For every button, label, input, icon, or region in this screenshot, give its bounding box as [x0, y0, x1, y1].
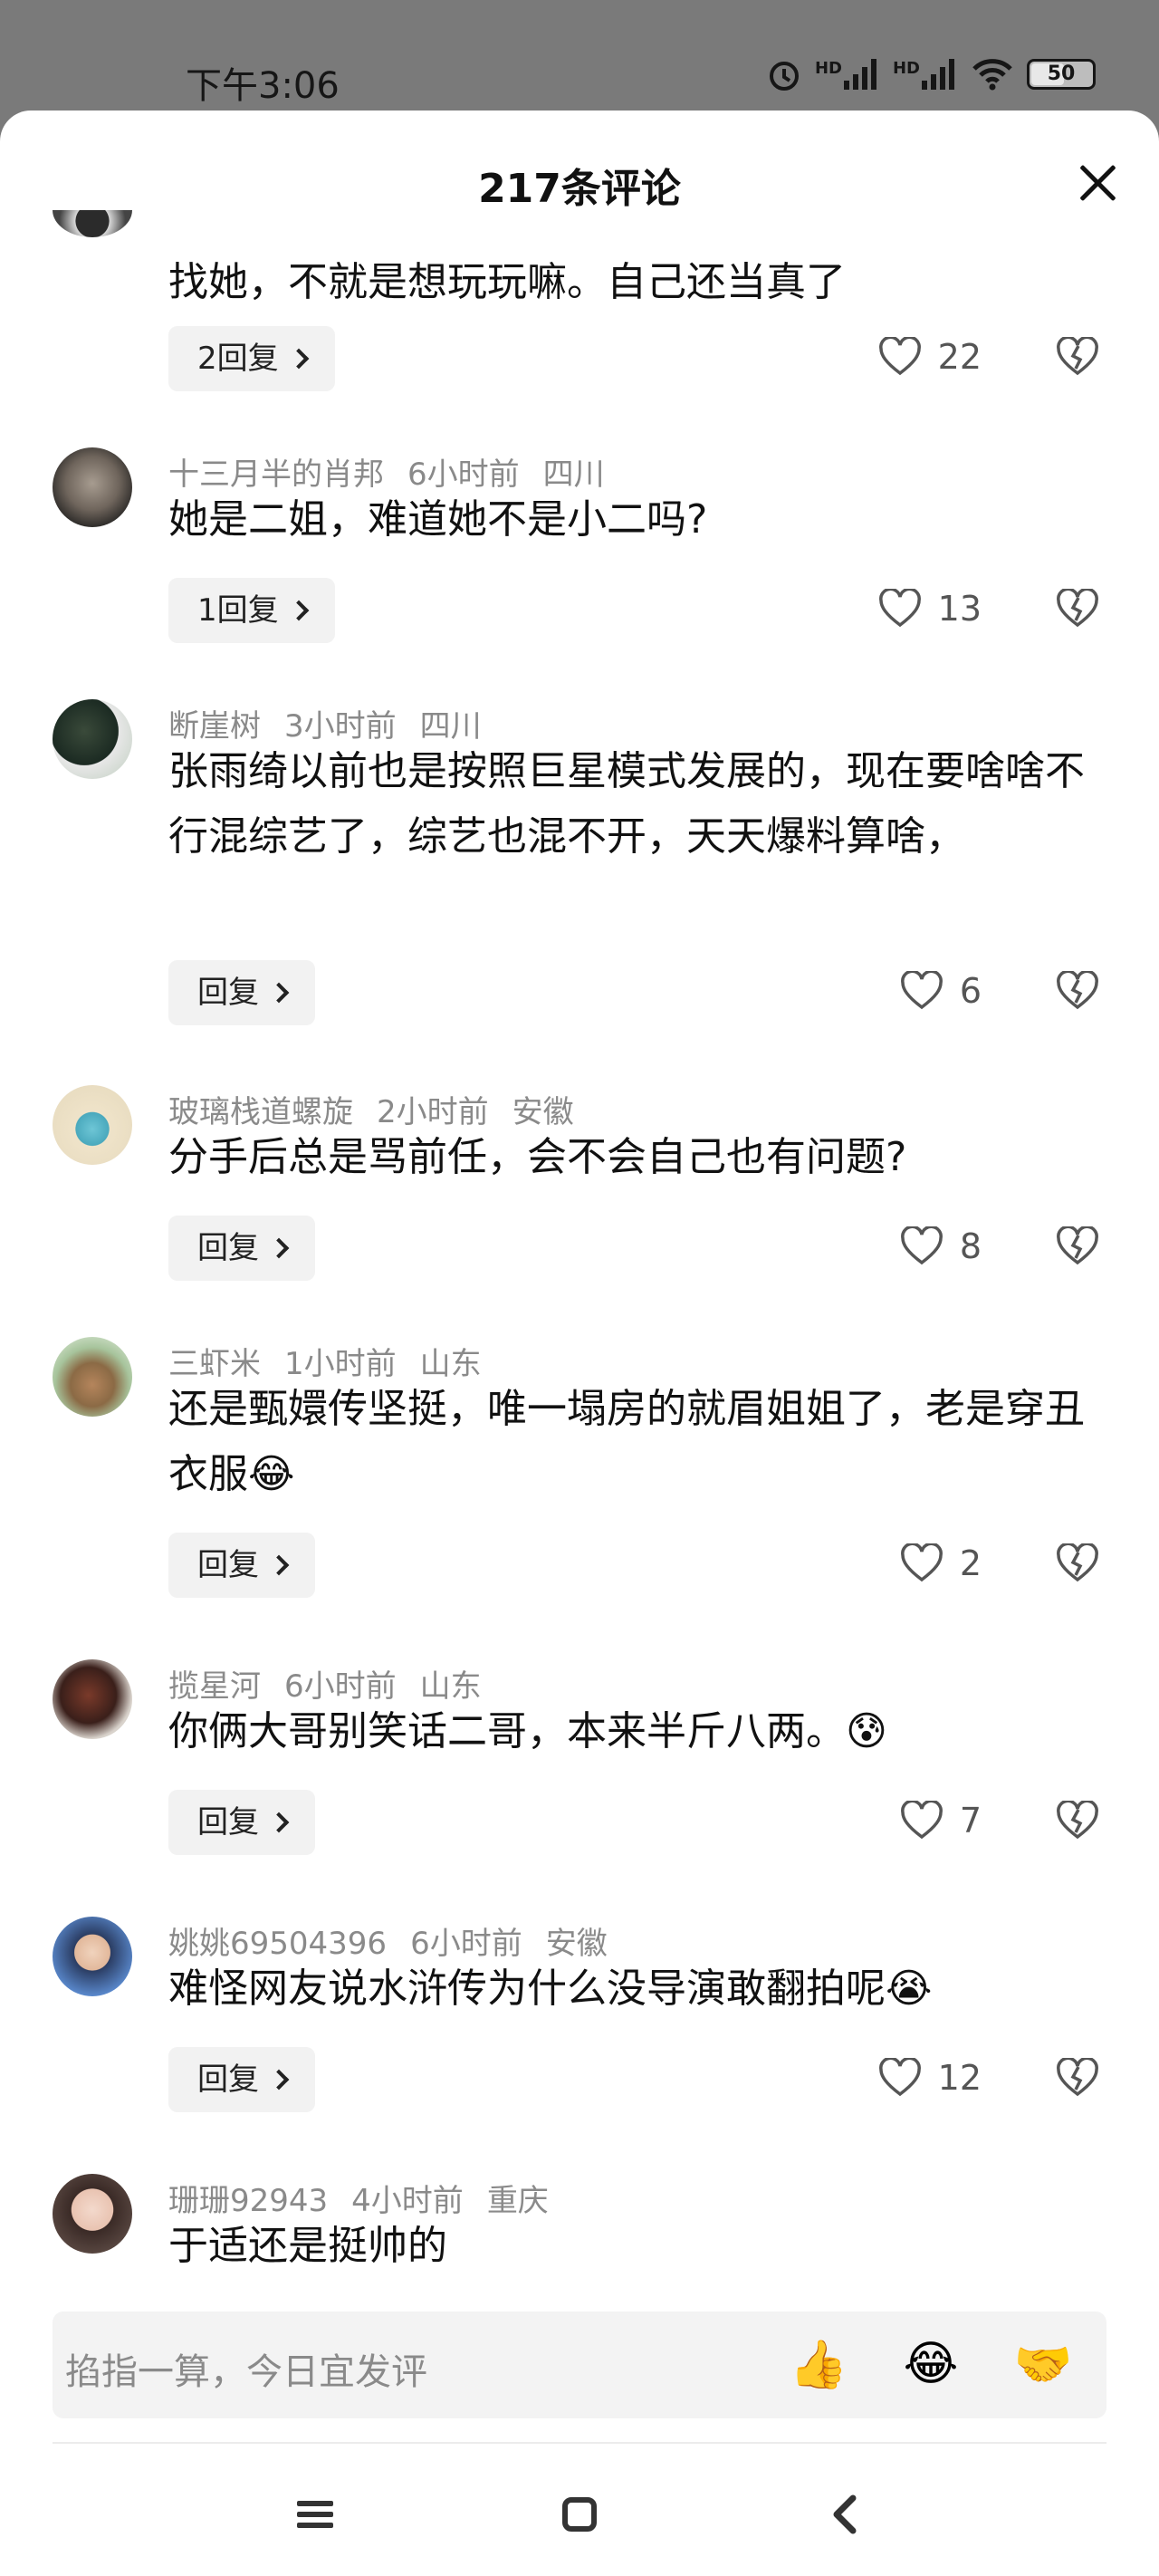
chevron-right-icon	[268, 1237, 290, 1259]
menu-icon[interactable]	[288, 2487, 342, 2542]
like-count: 8	[959, 1226, 982, 1266]
signal-icon-2: HD	[893, 59, 958, 90]
comment-input[interactable]: 掐指一算，今日宜发评 👍 😂 🤝	[53, 2312, 1106, 2418]
comment-text: 找她，不就是想玩玩嘛。自己还当真了	[168, 259, 846, 305]
alarm-icon	[769, 62, 799, 91]
like-count: 13	[937, 589, 982, 629]
comment-sheet: 217条评论 找她，不就是想玩玩嘛。自己还当真了 2回复 22 十三月半的肖邦 6…	[0, 111, 1159, 2576]
avatar[interactable]	[53, 2174, 132, 2254]
comment-text: 还是甄嬛传坚挺，唯一塌房的就眉姐姐了，老是穿丑衣服😂	[168, 1386, 1085, 1497]
dislike-icon[interactable]	[1056, 2058, 1099, 2098]
dislike-icon[interactable]	[1056, 1543, 1099, 1583]
heart-icon	[900, 1801, 943, 1840]
laugh-cry-emoji-button[interactable]: 😂	[896, 2330, 965, 2398]
like-count: 12	[937, 2058, 982, 2098]
comment-text: 分手后总是骂前任，会不会自己也有问题?	[168, 1134, 907, 1180]
status-time: 下午3:06	[186, 65, 340, 107]
chevron-right-icon	[268, 1812, 290, 1833]
like-count: 2	[959, 1543, 982, 1583]
like-count: 6	[959, 971, 982, 1011]
battery-icon: 50	[1027, 59, 1096, 90]
thumbs-up-emoji-button[interactable]: 👍	[784, 2330, 853, 2398]
status-icons: HD HD 50	[766, 56, 1096, 92]
status-bar: 下午3:06 HD HD 50	[0, 0, 1159, 109]
reply-button[interactable]: 回复	[168, 1216, 315, 1281]
signal-icon-1: HD	[815, 59, 880, 90]
avatar[interactable]	[53, 699, 132, 779]
reply-button[interactable]: 回复	[168, 960, 315, 1025]
comment-input-placeholder: 掐指一算，今日宜发评	[65, 2351, 427, 2393]
reply-button[interactable]: 回复	[168, 1790, 315, 1855]
reply-button[interactable]: 回复	[168, 2047, 315, 2112]
heart-icon	[900, 1543, 943, 1582]
avatar[interactable]	[53, 1337, 132, 1417]
heart-icon	[900, 971, 943, 1010]
comment-text: 张雨绮以前也是按照巨星模式发展的，现在要啥啥不行混综艺了，综艺也混不开，天天爆料…	[168, 748, 1085, 860]
handshake-emoji-button[interactable]: 🤝	[1009, 2330, 1078, 2398]
dislike-icon[interactable]	[1056, 1226, 1099, 1266]
close-icon[interactable]	[1072, 158, 1123, 208]
heart-icon	[878, 2058, 921, 2097]
chevron-right-icon	[288, 600, 309, 621]
system-nav-bar	[0, 2438, 1159, 2576]
like-button[interactable]: 13	[878, 589, 982, 629]
reply-button[interactable]: 回复	[168, 1533, 315, 1598]
like-button[interactable]: 7	[900, 1801, 982, 1841]
avatar[interactable]	[53, 447, 132, 527]
avatar[interactable]	[53, 1659, 132, 1739]
back-icon[interactable]	[819, 2487, 873, 2542]
like-button[interactable]: 8	[900, 1226, 982, 1266]
dislike-icon[interactable]	[1056, 337, 1099, 377]
heart-icon	[900, 1226, 943, 1265]
comment-count-title: 217条评论	[478, 166, 681, 212]
dislike-icon[interactable]	[1056, 589, 1099, 629]
like-button[interactable]: 12	[878, 2058, 982, 2098]
reply-button[interactable]: 2回复	[168, 326, 335, 391]
reply-button[interactable]: 1回复	[168, 578, 335, 643]
wifi-icon	[972, 59, 1012, 91]
comment-text: 她是二姐，难道她不是小二吗?	[168, 496, 708, 543]
sheet-header: 217条评论	[0, 111, 1159, 246]
dislike-icon[interactable]	[1056, 1801, 1099, 1841]
like-button[interactable]: 6	[900, 971, 982, 1011]
comment-text: 于适还是挺帅的	[168, 2223, 447, 2269]
heart-icon	[878, 337, 921, 376]
chevron-right-icon	[268, 2069, 290, 2091]
heart-icon	[878, 589, 921, 628]
comment-text: 难怪网友说水浒传为什么没导演敢翻拍呢😭	[168, 1966, 933, 2012]
home-icon[interactable]	[552, 2487, 607, 2542]
like-button[interactable]: 22	[878, 337, 982, 377]
chevron-right-icon	[268, 982, 290, 1004]
comment-text: 你俩大哥别笑话二哥，本来半斤八两。😰	[168, 1708, 887, 1754]
chevron-right-icon	[288, 348, 309, 370]
like-count: 7	[959, 1801, 982, 1841]
avatar[interactable]	[53, 1917, 132, 1996]
dislike-icon[interactable]	[1056, 971, 1099, 1011]
chevron-right-icon	[268, 1554, 290, 1576]
like-count: 22	[937, 337, 982, 377]
avatar[interactable]	[53, 1085, 132, 1165]
like-button[interactable]: 2	[900, 1543, 982, 1583]
